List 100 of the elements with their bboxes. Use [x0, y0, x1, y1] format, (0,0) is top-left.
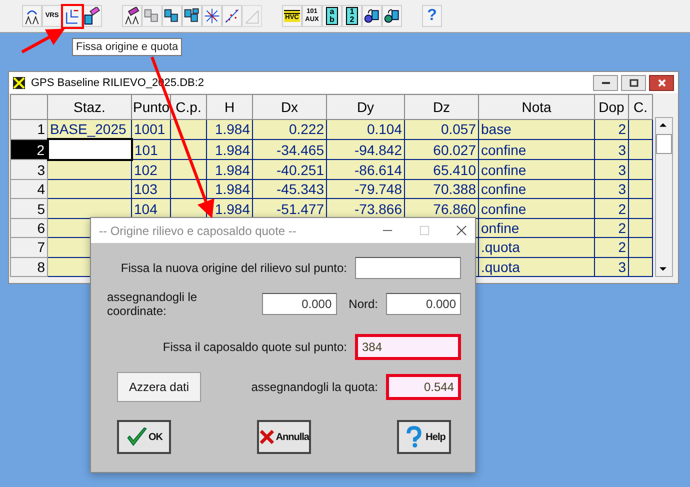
annotation-arrow — [21, 28, 65, 54]
toolbar-label: a b — [326, 7, 338, 25]
field-label: assegnandogli la quota: — [251, 380, 378, 394]
column-header[interactable]: Dy — [326, 94, 404, 120]
input-field[interactable]: 0.000 — [386, 293, 461, 315]
table-cell: 3 — [594, 257, 628, 276]
row-header[interactable]: 4 — [10, 180, 48, 199]
checkmark-icon — [126, 426, 148, 448]
pages-icon — [143, 7, 161, 25]
column-header[interactable]: C.p. — [170, 94, 206, 120]
table-cell — [628, 120, 652, 140]
input-field[interactable]: 0.544 — [386, 374, 461, 400]
close-icon[interactable] — [456, 225, 467, 236]
dots-icon — [223, 7, 241, 25]
star-icon — [203, 7, 221, 25]
scrollbar[interactable] — [655, 117, 673, 277]
close-button[interactable] — [649, 74, 674, 90]
row-header[interactable]: 1 — [10, 120, 48, 140]
toolbar-button[interactable] — [22, 5, 42, 27]
scroll-thumb[interactable] — [656, 134, 672, 154]
table-cell: 0.222 — [252, 120, 326, 140]
pages-icon — [183, 7, 201, 25]
column-header[interactable]: C. — [628, 94, 652, 120]
row-header[interactable]: 5 — [10, 198, 48, 218]
app-icon — [13, 76, 25, 88]
input-field[interactable] — [355, 257, 461, 279]
ok-button[interactable]: OK — [117, 420, 171, 454]
table-cell: 2 — [594, 120, 628, 140]
table-cell: 65.410 — [404, 160, 478, 180]
table-cell — [628, 139, 652, 160]
table-cell: confine — [478, 198, 594, 218]
table-cell: -86.614 — [326, 160, 404, 180]
toolbar-button[interactable] — [202, 5, 222, 27]
column-header[interactable]: Dop — [594, 94, 628, 120]
column-header[interactable]: Staz. — [48, 94, 132, 120]
column-header[interactable]: Dx — [252, 94, 326, 120]
table-cell: -34.465 — [252, 139, 326, 160]
table-cell: 103 — [132, 180, 170, 199]
table-cell: 1.984 — [206, 139, 252, 160]
table-cell: 70.388 — [404, 180, 478, 199]
toolbar-button[interactable] — [82, 5, 102, 27]
toolbar-button[interactable]: a b — [322, 5, 342, 27]
column-header[interactable]: Punto — [132, 94, 170, 120]
toolbar-label: 1 2 — [346, 7, 358, 25]
input-field[interactable]: 384 — [355, 334, 461, 360]
table-cell — [628, 180, 652, 199]
table-cell: base — [478, 120, 594, 140]
maximize-button[interactable] — [621, 74, 646, 90]
table-cell: confine — [478, 160, 594, 180]
row-header[interactable]: 8 — [10, 257, 48, 276]
table-cell: 3 — [594, 160, 628, 180]
axes-icon — [63, 7, 81, 25]
table-cell: 60.027 — [404, 139, 478, 160]
table-cell: 3 — [594, 180, 628, 199]
gear-icon — [363, 7, 381, 25]
table-cell: -79.748 — [326, 180, 404, 199]
table-cell: 0.104 — [326, 120, 404, 140]
cancel-button[interactable]: Annulla — [257, 420, 311, 454]
table-cell: 3 — [594, 139, 628, 160]
row-header[interactable]: 2 — [10, 139, 48, 160]
toolbar-button[interactable]: ? — [422, 5, 442, 27]
toolbar-button[interactable] — [362, 5, 382, 27]
column-header[interactable]: Dz — [404, 94, 478, 120]
column-header[interactable]: H — [206, 94, 252, 120]
table-cell — [628, 218, 652, 238]
row-header[interactable]: 7 — [10, 238, 48, 258]
help-button[interactable]: Help — [397, 420, 451, 454]
highlight-frame — [61, 4, 84, 29]
toolbar-button[interactable] — [182, 5, 202, 27]
table-cell: .quota — [478, 257, 594, 276]
minimize-icon — [602, 82, 610, 84]
toolbar-button[interactable] — [162, 5, 182, 27]
globe-icon — [383, 7, 401, 25]
eraser-icon — [123, 7, 141, 25]
toolbar-button[interactable] — [382, 5, 402, 27]
toolbar-button[interactable] — [62, 5, 82, 27]
column-header[interactable]: Nota — [478, 94, 594, 120]
table-cell — [628, 238, 652, 258]
table-cell: -40.251 — [252, 160, 326, 180]
close-icon — [656, 78, 666, 88]
toolbar-label: ? — [427, 8, 437, 24]
toolbar-button[interactable] — [122, 5, 142, 27]
table-cell: 102 — [132, 160, 170, 180]
input-field[interactable]: 0.000 — [262, 293, 337, 315]
table-cell: 2 — [594, 238, 628, 258]
table-cell: 1001 — [132, 120, 170, 140]
table-cell — [628, 198, 652, 218]
table-cell: 0.057 — [404, 120, 478, 140]
field-label: Fissa la nuova origine del rilievo sul punto: — [120, 261, 347, 275]
table-cell: 101 — [132, 139, 170, 160]
row-header[interactable]: 6 — [10, 218, 48, 238]
dialog-title: -- Origine rilievo e caposaldo quote -- — [99, 224, 296, 238]
reset-button[interactable]: Azzera dati — [117, 372, 201, 402]
row-header[interactable]: 3 — [10, 160, 48, 180]
table-cell: -45.343 — [252, 180, 326, 199]
toolbar-button[interactable]: 1 2 — [342, 5, 362, 27]
table-cell: confine — [478, 180, 594, 199]
minimize-button[interactable] — [593, 74, 618, 90]
eraser-icon — [83, 7, 101, 25]
table-cell: 2 — [594, 198, 628, 218]
